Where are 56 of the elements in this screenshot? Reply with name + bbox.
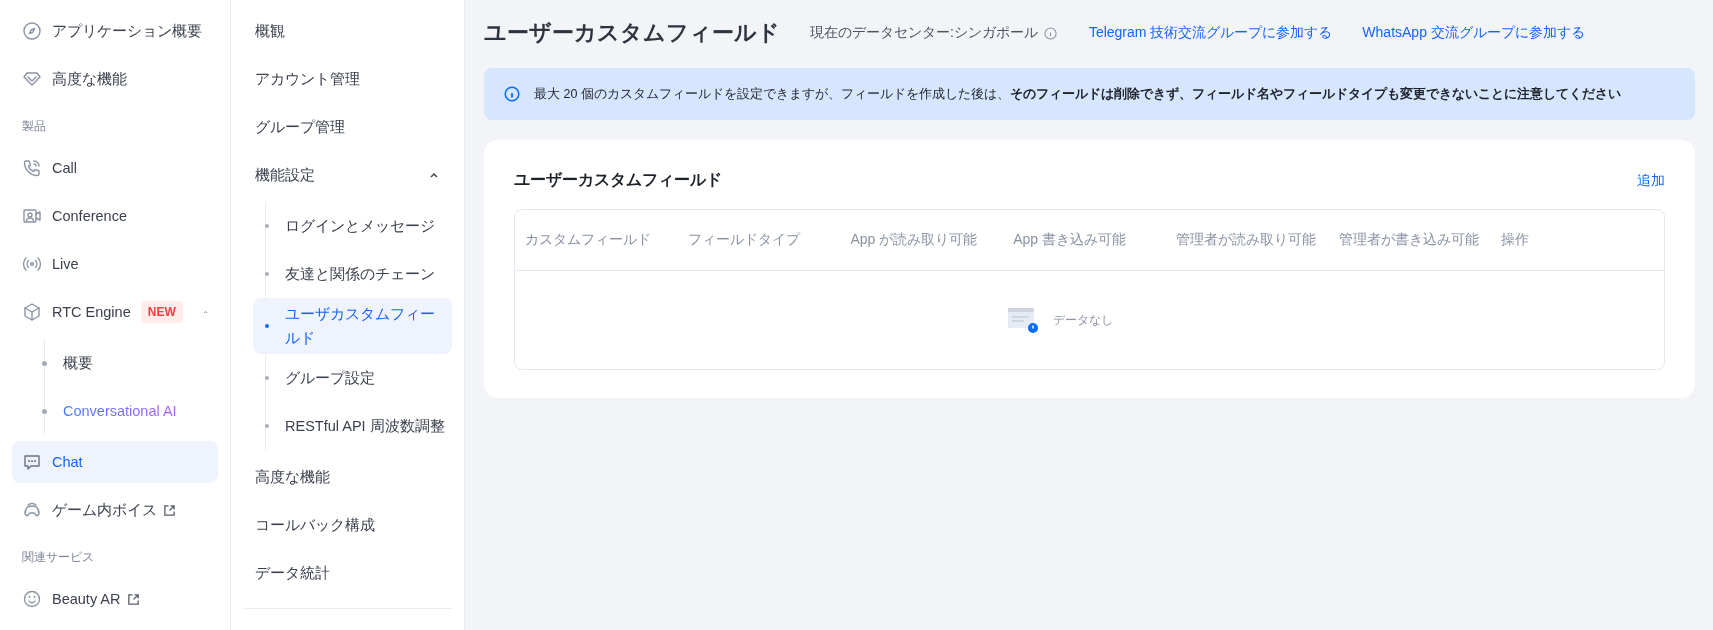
sidebar-item[interactable]: Beauty AR [12, 578, 218, 620]
section-label: 関連サービス [21, 549, 95, 566]
menu-item[interactable]: コールバック構成 [243, 504, 452, 546]
datacenter-label: 現在のデータセンター:シンガポール [810, 24, 1038, 42]
menu-subitem[interactable]: ログインとメッセージ [253, 202, 452, 250]
menu-item[interactable]: 概観 [243, 10, 452, 52]
sidebar-subitem[interactable]: 概要 [42, 339, 218, 387]
page-title: ユーザーカスタムフィールド [484, 19, 780, 47]
external-link-icon [163, 503, 176, 517]
empty-data-icon [1006, 306, 1039, 334]
column-header: 管理者が読み取り可能 [1175, 231, 1317, 249]
info-icon [504, 86, 520, 102]
info-icon [1043, 26, 1057, 40]
sidebar-item[interactable]: 高度な機能 [12, 58, 218, 100]
add-link[interactable]: 追加 [1637, 171, 1665, 190]
notice-text: 最大 20 個のカスタムフィールドを設定できますが、フィールドを作成した後は、そのフィールドは削除できず、フィールド名やフィールドタイプも変更できないことに注意してください [534, 85, 1621, 103]
sidebar-subitem[interactable]: Conversational AI [42, 387, 218, 435]
community-link[interactable]: WhatsApp 交流グループに参加する [1362, 24, 1585, 42]
menu-item[interactable]: アカウント管理 [243, 58, 452, 100]
menu-item[interactable]: グループ管理 [243, 106, 452, 148]
face-icon [22, 589, 42, 609]
camera-icon [22, 206, 42, 226]
menu-subitem[interactable]: グループ設定 [253, 354, 452, 402]
new-badge: NEW [140, 301, 183, 323]
menu-item[interactable]: 高度な機能 [243, 456, 452, 498]
compass-icon [22, 21, 42, 41]
bullet-dot [42, 360, 47, 366]
subitem-label: Conversational AI [63, 403, 177, 419]
column-header: 操作 [1501, 231, 1531, 249]
column-header: 管理者が書き込み可能 [1338, 231, 1480, 249]
sidebar-item[interactable]: アプリケーション概要 [12, 10, 218, 52]
column-header: App が読み取り可能 [850, 231, 979, 249]
sidebar-item[interactable]: Live [12, 243, 218, 285]
subitem-label: 概要 [63, 353, 93, 373]
sidebar-item[interactable]: RTC Engine NEW [12, 291, 218, 333]
phone-icon [22, 158, 42, 178]
external-link-icon [126, 592, 140, 606]
sidebar-item[interactable]: ゲーム内ボイス [12, 489, 218, 531]
sidebar-item[interactable]: Conference [12, 195, 218, 237]
chat-icon [22, 452, 42, 472]
sidebar-item[interactable]: Call [12, 147, 218, 189]
column-header: App 書き込み可能 [1013, 231, 1127, 249]
menu-item[interactable]: データ統計 [243, 552, 452, 594]
menu-group[interactable]: 機能設定 [243, 154, 452, 196]
cube-icon [22, 302, 42, 322]
menu-subitem[interactable]: RESTful API 周波数調整 [253, 402, 452, 450]
section-label: 製品 [21, 118, 47, 135]
bullet-dot [42, 408, 47, 414]
empty-message: データなし [1052, 311, 1113, 329]
menu-subitem[interactable]: 友達と関係のチェーン [253, 250, 452, 298]
column-header: フィールドタイプ [687, 231, 802, 249]
column-header: カスタムフィールド [525, 231, 652, 249]
community-link[interactable]: Telegram 技術交流グループに参加する [1088, 24, 1333, 42]
sidebar-item[interactable]: Chat [12, 441, 218, 483]
card-title: ユーザーカスタムフィールド [514, 170, 722, 190]
menu-subitem[interactable]: ユーザカスタムフィールド [253, 298, 452, 354]
